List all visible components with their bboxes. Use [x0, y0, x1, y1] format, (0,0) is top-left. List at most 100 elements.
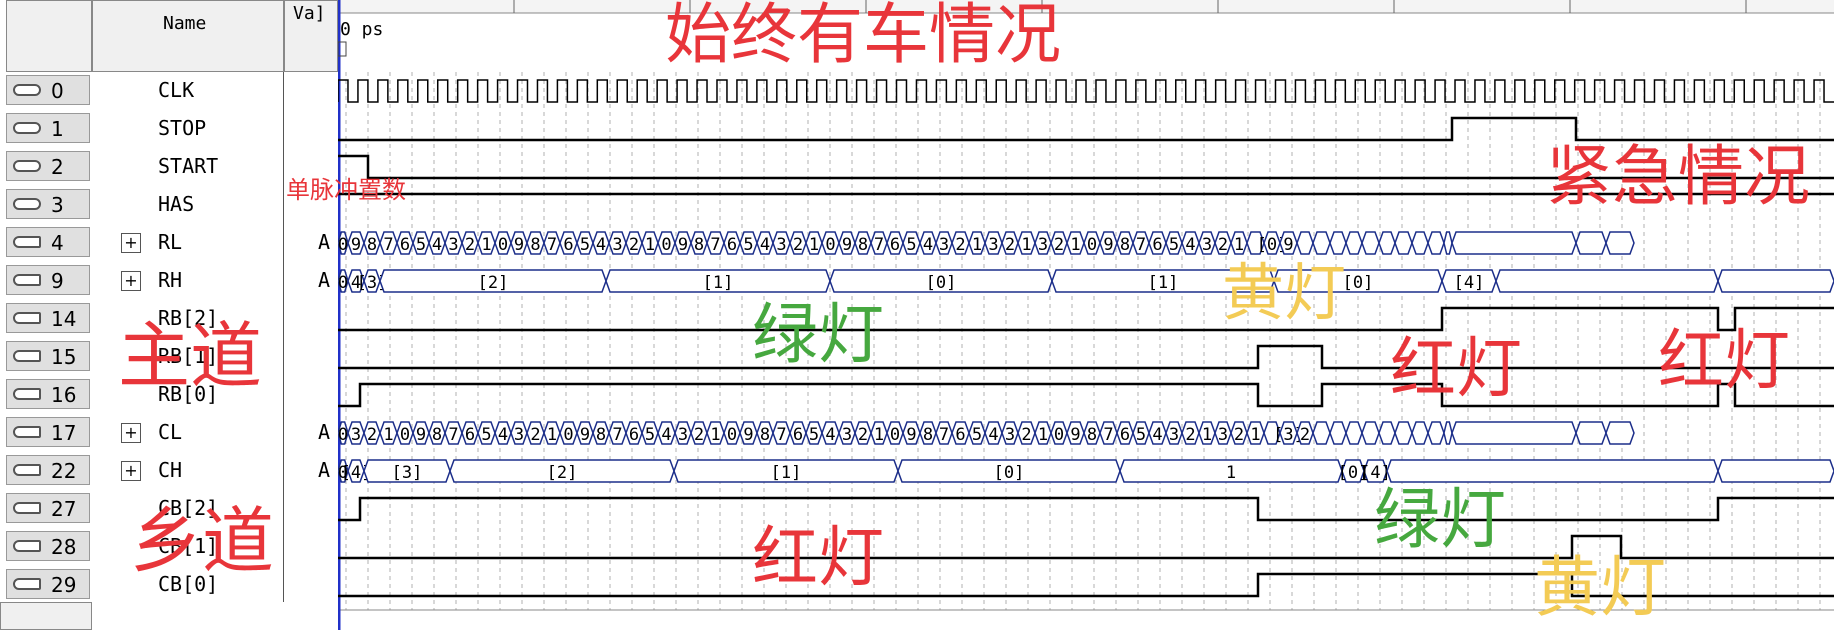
- cl-bus-value: 2: [1185, 425, 1195, 445]
- signal-index: 16: [51, 383, 77, 407]
- rl-bus-value: 3: [1202, 235, 1212, 255]
- expand-plus-icon[interactable]: +: [121, 423, 141, 443]
- signal-name: RH: [158, 268, 183, 292]
- waveform-area[interactable]: 0 ps[0]987654321098765432109876543210987…: [338, 0, 1834, 630]
- ch-bus-value: [3]: [392, 463, 423, 483]
- rl-bus-value: 5: [580, 235, 590, 255]
- rl-bus-segment: [1378, 231, 1396, 255]
- cl-bus-value: 6: [465, 425, 475, 445]
- signal-index-cell[interactable]: 22: [6, 455, 90, 485]
- cl-bus-value: 5: [809, 425, 819, 445]
- signal-index-cell[interactable]: 28: [6, 531, 90, 561]
- signal-row[interactable]: 4 + RL A: [0, 223, 338, 261]
- rl-bus-value: 6: [727, 235, 737, 255]
- name-column-header[interactable]: Name: [92, 0, 284, 72]
- output-pin-icon: [13, 236, 41, 248]
- rl-bus-value: 2: [1005, 235, 1015, 255]
- signal-index-cell[interactable]: 2: [6, 151, 90, 181]
- expand-plus-icon[interactable]: +: [121, 233, 141, 253]
- signal-name: RL: [158, 230, 183, 254]
- expand-plus-icon[interactable]: +: [121, 271, 141, 291]
- ch-bus-segment: [1717, 459, 1834, 483]
- rl-bus-value: 5: [743, 235, 753, 255]
- output-pin-icon: [13, 274, 41, 286]
- cl-bus-segment: [1329, 421, 1347, 445]
- rl-bus-value: 3: [1038, 235, 1048, 255]
- rl-bus-value: 6: [1152, 235, 1162, 255]
- signal-index-cell[interactable]: 16: [6, 379, 90, 409]
- signal-row[interactable]: 17 + CL A: [0, 413, 338, 451]
- rl-bus-value: 2: [793, 235, 803, 255]
- rl-bus-segment: [1443, 231, 1453, 255]
- cl-bus-value: 3: [678, 425, 688, 445]
- cl-bus-value: 8: [596, 425, 606, 445]
- signal-index-cell[interactable]: 29: [6, 569, 90, 599]
- cl-bus-value: 6: [1120, 425, 1130, 445]
- rl-bus-value: 8: [367, 235, 377, 255]
- signal-index-cell[interactable]: 3: [6, 189, 90, 219]
- cl-bus-value: 0: [338, 425, 348, 445]
- rl-bus-segment: [1312, 231, 1331, 255]
- cl-bus-value: 5: [481, 425, 491, 445]
- signal-index: 14: [51, 307, 77, 331]
- rl-bus-value: 6: [563, 235, 573, 255]
- annotation-rural-green: 绿灯: [1374, 481, 1506, 558]
- input-pin-icon: [13, 160, 41, 172]
- expand-plus-icon[interactable]: +: [121, 461, 141, 481]
- signal-index-cell[interactable]: 9: [6, 265, 90, 295]
- rl-bus-value: 8: [694, 235, 704, 255]
- cl-bus-value: 1: [710, 425, 720, 445]
- cl-bus-segment: [1427, 421, 1445, 445]
- cl-bus-value: 9: [743, 425, 753, 445]
- rl-bus-value: 6: [400, 235, 410, 255]
- rl-bus-value: 8: [1120, 235, 1130, 255]
- signal-row[interactable]: 22 + CH A: [0, 451, 338, 489]
- rl-bus-value: 7: [710, 235, 720, 255]
- cl-bus-value: 2: [694, 425, 704, 445]
- value-column-header[interactable]: Va]: [284, 0, 338, 72]
- output-pin-icon: [13, 312, 41, 324]
- rl-bus-value: 0: [661, 235, 671, 255]
- signal-index-cell[interactable]: 27: [6, 493, 90, 523]
- rl-bus-value: 4: [596, 235, 606, 255]
- signal-row[interactable]: 0 CLK: [0, 71, 338, 109]
- signal-index-cell[interactable]: 15: [6, 341, 90, 371]
- rh-bus-value: [1]: [1148, 273, 1179, 293]
- cl-bus-value: 7: [939, 425, 949, 445]
- signal-index-cell[interactable]: 17: [6, 417, 90, 447]
- rl-bus-segment: [1345, 231, 1363, 255]
- signal-index: 15: [51, 345, 77, 369]
- signal-index-cell[interactable]: 0: [6, 75, 90, 105]
- signal-index-cell[interactable]: 4: [6, 227, 90, 257]
- cl-bus-value: 4: [988, 425, 998, 445]
- rl-bus-segment: [1411, 231, 1429, 255]
- rl-bus-value: 9: [678, 235, 688, 255]
- signal-index-cell[interactable]: 1: [6, 113, 90, 143]
- rh-bus-value: 0: [338, 273, 348, 293]
- cl-bus-value: 3: [842, 425, 852, 445]
- cl-bus-segment: [1378, 421, 1396, 445]
- ch-bus-value: [1]: [771, 463, 802, 483]
- rl-bus-value: 0: [1087, 235, 1097, 255]
- cl-bus-segment: [1345, 421, 1363, 445]
- cl-bus-value: 4: [498, 425, 508, 445]
- cl-bus-value: 3: [1218, 425, 1228, 445]
- signal-index: 28: [51, 535, 77, 559]
- rl-bus-value: 1: [1234, 235, 1244, 255]
- cl-bus-value: 1: [874, 425, 884, 445]
- input-pin-icon: [13, 84, 41, 96]
- rl-bus-segment: [1451, 231, 1577, 255]
- rl-bus-segment: [1427, 231, 1445, 255]
- rl-bus-value: 0: [825, 235, 835, 255]
- signal-row[interactable]: 9 + RH A: [0, 261, 338, 299]
- signal-index-cell[interactable]: 14: [6, 303, 90, 333]
- cl-bus-value: 4: [661, 425, 671, 445]
- rl-bus-value: 2: [1218, 235, 1228, 255]
- rl-bus-value: 5: [416, 235, 426, 255]
- signal-row[interactable]: 1 STOP: [0, 109, 338, 147]
- cl-bus-value: 1: [1038, 425, 1048, 445]
- rl-bus-value: 1: [481, 235, 491, 255]
- rl-bus-value: 3: [776, 235, 786, 255]
- cl-bus-value: 6: [793, 425, 803, 445]
- cl-bus-value: 2: [530, 425, 540, 445]
